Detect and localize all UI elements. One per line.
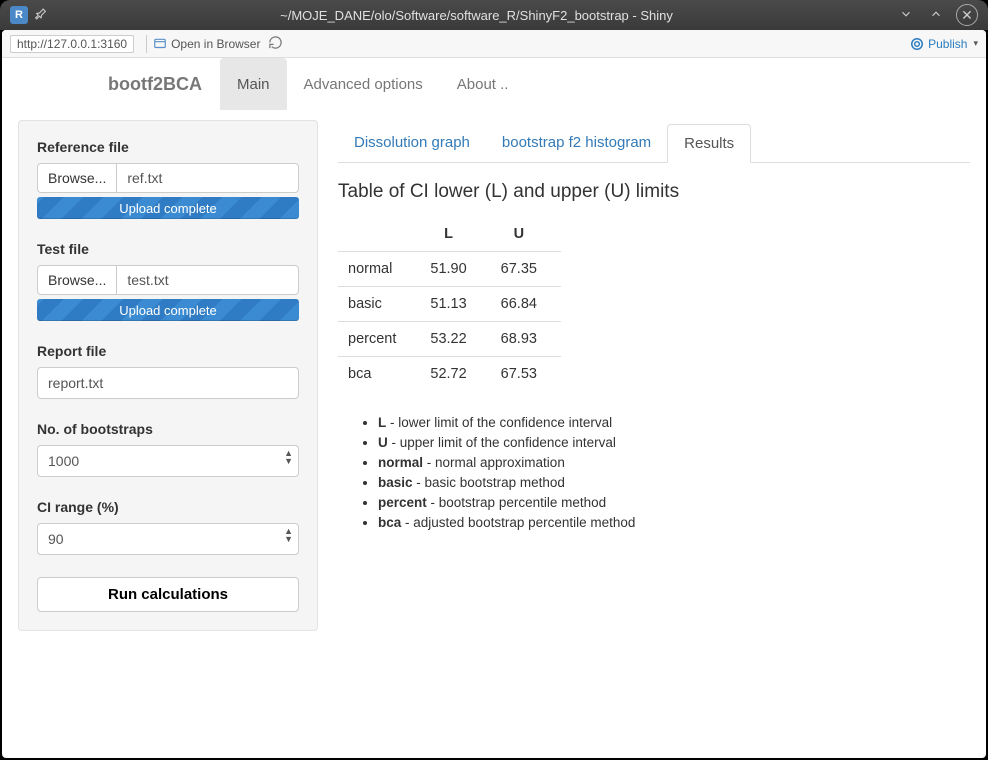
table-row: bca 52.72 67.53: [338, 357, 561, 392]
cell-method: normal: [338, 252, 420, 287]
tabset: Dissolution graph bootstrap f2 histogram…: [338, 124, 970, 163]
close-button[interactable]: ✕: [956, 4, 978, 26]
minimize-button[interactable]: [896, 4, 916, 24]
legend-item: bca - adjusted bootstrap percentile meth…: [378, 515, 970, 530]
app-icon: R: [10, 6, 28, 24]
toolbar-divider: [146, 35, 147, 53]
legend-item: L - lower limit of the confidence interv…: [378, 415, 970, 430]
cell-l: 52.72: [420, 357, 490, 392]
cell-u: 67.53: [491, 357, 561, 392]
publish-icon: [910, 37, 924, 51]
app-toolbar: http://127.0.0.1:3160 Open in Browser Pu…: [2, 30, 986, 58]
nav-advanced-options[interactable]: Advanced options: [287, 58, 440, 110]
reload-button[interactable]: [268, 35, 283, 53]
navbar: bootf2BCA Main Advanced options About ..: [2, 58, 986, 110]
results-header-l: L: [420, 217, 490, 252]
bootstraps-group: No. of bootstraps ▲ ▼: [37, 421, 299, 477]
reference-file-group: Reference file Browse... ref.txt Upload …: [37, 139, 299, 219]
url-field[interactable]: http://127.0.0.1:3160: [10, 35, 134, 53]
test-filename: test.txt: [116, 265, 299, 295]
report-file-input[interactable]: [37, 367, 299, 399]
sidebar-panel: Reference file Browse... ref.txt Upload …: [18, 120, 318, 631]
cell-method: percent: [338, 322, 420, 357]
browser-icon: [153, 37, 167, 51]
window-title: ~/MOJE_DANE/olo/Software/software_R/Shin…: [57, 8, 896, 23]
legend-item: basic - basic bootstrap method: [378, 475, 970, 490]
tab-bootstrap-f2-histogram[interactable]: bootstrap f2 histogram: [486, 124, 667, 163]
cell-u: 67.35: [491, 252, 561, 287]
cell-l: 51.90: [420, 252, 490, 287]
reload-icon: [268, 35, 283, 50]
maximize-button[interactable]: [926, 4, 946, 24]
report-file-label: Report file: [37, 343, 299, 359]
publish-button[interactable]: Publish ▾: [910, 37, 978, 51]
cell-method: basic: [338, 287, 420, 322]
report-file-group: Report file: [37, 343, 299, 399]
app-brand: bootf2BCA: [108, 58, 220, 110]
results-legend: L - lower limit of the confidence interv…: [338, 415, 970, 530]
reference-upload-status: Upload complete: [119, 201, 217, 216]
cell-l: 51.13: [420, 287, 490, 322]
bootstraps-input[interactable]: [37, 445, 299, 477]
pin-icon[interactable]: [34, 7, 47, 23]
cell-u: 68.93: [491, 322, 561, 357]
reference-upload-progress: Upload complete: [37, 197, 299, 219]
test-upload-progress: Upload complete: [37, 299, 299, 321]
results-title: Table of CI lower (L) and upper (U) limi…: [338, 181, 970, 203]
main-panel: Dissolution graph bootstrap f2 histogram…: [338, 120, 970, 631]
table-row: percent 53.22 68.93: [338, 322, 561, 357]
open-in-browser-button[interactable]: Open in Browser: [153, 37, 260, 51]
tab-dissolution-graph[interactable]: Dissolution graph: [338, 124, 486, 163]
legend-item: percent - bootstrap percentile method: [378, 495, 970, 510]
test-file-label: Test file: [37, 241, 299, 257]
bootstraps-label: No. of bootstraps: [37, 421, 299, 437]
reference-browse-button[interactable]: Browse...: [37, 163, 116, 193]
results-table: L U normal 51.90 67.35 basic 51.13: [338, 217, 561, 391]
ci-range-input[interactable]: [37, 523, 299, 555]
legend-item: normal - normal approximation: [378, 455, 970, 470]
test-file-group: Test file Browse... test.txt Upload comp…: [37, 241, 299, 321]
publish-label: Publish: [928, 37, 967, 51]
legend-item: U - upper limit of the confidence interv…: [378, 435, 970, 450]
reference-filename: ref.txt: [116, 163, 299, 193]
bootstraps-step-down-icon[interactable]: ▼: [284, 457, 293, 465]
reference-file-label: Reference file: [37, 139, 299, 155]
cell-u: 66.84: [491, 287, 561, 322]
window-titlebar: R ~/MOJE_DANE/olo/Software/software_R/Sh…: [0, 0, 988, 30]
open-in-browser-label: Open in Browser: [171, 37, 260, 51]
ci-range-label: CI range (%): [37, 499, 299, 515]
results-header-method: [338, 217, 420, 252]
run-calculations-button[interactable]: Run calculations: [37, 577, 299, 612]
nav-about[interactable]: About ..: [440, 58, 526, 110]
publish-dropdown-icon: ▾: [973, 38, 978, 49]
table-row: basic 51.13 66.84: [338, 287, 561, 322]
table-row: normal 51.90 67.35: [338, 252, 561, 287]
nav-main[interactable]: Main: [220, 58, 287, 110]
ci-range-group: CI range (%) ▲ ▼: [37, 499, 299, 555]
cell-l: 53.22: [420, 322, 490, 357]
test-upload-status: Upload complete: [119, 303, 217, 318]
test-browse-button[interactable]: Browse...: [37, 265, 116, 295]
results-header-u: U: [491, 217, 561, 252]
tab-results[interactable]: Results: [667, 124, 751, 163]
ci-step-down-icon[interactable]: ▼: [284, 535, 293, 543]
cell-method: bca: [338, 357, 420, 392]
